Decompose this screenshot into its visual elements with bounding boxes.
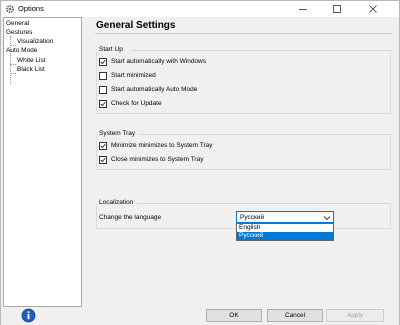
startup-with-windows-checkbox[interactable]: Start automatically with Windows [99,57,206,66]
close-to-tray-checkbox[interactable]: Close minimizes to System Tray [99,155,203,164]
tree-item-visualization[interactable]: Visualization [17,38,53,46]
chevron-down-icon[interactable] [323,215,331,221]
checkbox-label: Minimize minimizes to System Tray [111,141,213,149]
check-for-update-checkbox[interactable]: Check for Update [99,99,162,108]
settings-tree[interactable]: General Gestures Visualization Auto Mode… [3,17,82,307]
checkbox-label: Start automatically Auto Mode [111,85,198,93]
bottom-bar: OK Cancel Apply [1,307,399,325]
language-option-russian[interactable]: Русский [237,232,333,240]
checkmark-icon [100,59,106,64]
tree-item-auto-mode[interactable]: Auto Mode [6,47,37,55]
close-button[interactable] [359,1,387,17]
language-option-english[interactable]: English [237,224,333,232]
tray-group [96,134,391,170]
language-select[interactable]: Русский [236,211,334,223]
start-minimized-checkbox[interactable]: Start minimized [99,71,156,80]
checkmark-icon [100,101,106,106]
checkmark-icon [100,157,106,162]
maximize-button[interactable] [323,1,351,17]
tree-item-black-list[interactable]: Black List [17,66,45,74]
minimize-to-tray-checkbox[interactable]: Minimize minimizes to System Tray [99,141,213,150]
language-dropdown-list[interactable]: English Русский [236,223,334,241]
close-icon [369,5,377,13]
start-auto-mode-checkbox[interactable]: Start automatically Auto Mode [99,85,197,94]
info-icon[interactable] [21,308,36,323]
page-title: General Settings [96,20,176,31]
checkbox-label: Start minimized [111,71,156,79]
apply-button[interactable]: Apply [326,309,384,322]
checkbox-label: Check for Update [111,99,162,107]
general-settings-panel: General Settings Start Up Start automati… [87,17,399,307]
tree-connector [10,73,16,74]
title-divider [95,33,392,34]
cancel-button[interactable]: Cancel [267,309,323,322]
checkbox-box[interactable] [99,71,107,80]
options-window: Options General Gestures Visualization A… [0,0,400,325]
checkbox-box[interactable] [99,141,107,150]
checkmark-icon [100,143,106,148]
tree-item-gestures[interactable]: Gestures [6,29,32,37]
minimize-icon [299,9,307,10]
ok-button[interactable]: OK [206,309,262,322]
checkbox-label: Start automatically with Windows [111,57,207,65]
checkbox-box[interactable] [99,57,107,66]
checkbox-box[interactable] [99,85,107,94]
tree-item-white-list[interactable]: White List [17,57,46,65]
checkbox-label: Close minimizes to System Tray [111,155,204,163]
maximize-icon [333,5,341,13]
tree-item-general[interactable]: General [6,20,29,28]
tree-connector [10,45,16,46]
language-select-value: Русский [240,214,265,221]
panel-splitter[interactable] [84,17,86,307]
language-label: Change the language [99,214,162,221]
gear-icon [5,4,15,14]
window-title: Options [18,4,44,13]
checkbox-box[interactable] [99,155,107,164]
checkbox-box[interactable] [99,99,107,108]
title-bar[interactable]: Options [1,1,399,17]
tree-connector [10,64,16,65]
minimize-button[interactable] [289,1,317,17]
